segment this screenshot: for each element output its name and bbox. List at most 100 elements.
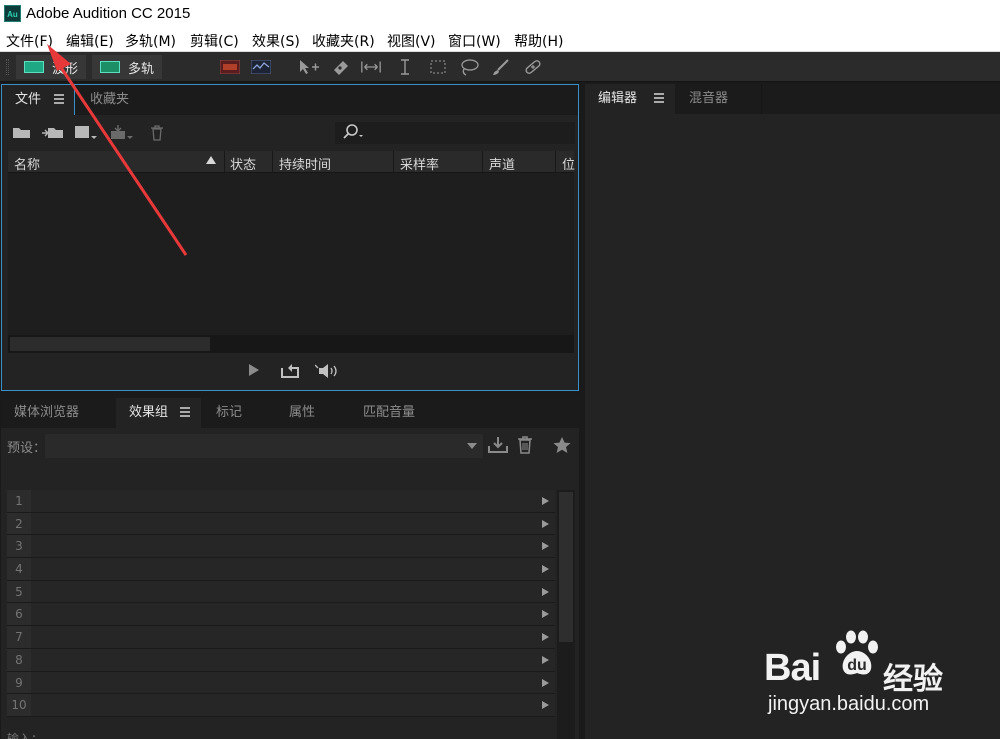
- insert-into-multitrack-icon[interactable]: [110, 125, 136, 145]
- rack-slot[interactable]: 5: [7, 580, 555, 604]
- tab-favorites[interactable]: 收藏夹: [77, 85, 162, 115]
- play-arrow-icon[interactable]: [542, 610, 549, 619]
- waveform-icon: [24, 61, 44, 73]
- import-file-icon[interactable]: [42, 125, 64, 143]
- waveform-mode-button[interactable]: 波形: [16, 55, 87, 79]
- play-arrow-icon[interactable]: [542, 633, 549, 642]
- menu-help[interactable]: 帮助(H): [514, 31, 563, 51]
- scrollbar-thumb[interactable]: [559, 492, 573, 642]
- brush-selection-tool-icon[interactable]: [490, 57, 512, 77]
- svg-text:du: du: [847, 657, 867, 674]
- files-horizontal-scrollbar[interactable]: [8, 335, 574, 353]
- tab-properties[interactable]: 属性: [276, 398, 346, 428]
- toolbar-grip[interactable]: [6, 59, 9, 75]
- multitrack-label: 多轨: [128, 61, 155, 77]
- sort-ascending-icon: [206, 156, 216, 164]
- files-search-input[interactable]: [335, 122, 575, 144]
- tab-media-browser[interactable]: 媒体浏览器: [1, 398, 113, 428]
- rack-slot[interactable]: 3: [7, 535, 555, 559]
- toolbar: 波形 多轨: [0, 52, 1000, 82]
- title-bar: Au Adobe Audition CC 2015: [0, 0, 1000, 28]
- rack-slot-number: 5: [7, 580, 31, 603]
- trash-icon[interactable]: [150, 125, 164, 145]
- effects-rack-panel: 媒体浏览器 效果组 标记 属性 匹配音量 预设： 1 2 3 4 5 6 7 8…: [1, 398, 579, 739]
- menu-edit[interactable]: 编辑(E): [66, 31, 114, 51]
- tab-files[interactable]: 文件: [2, 85, 75, 115]
- loop-icon[interactable]: [280, 363, 300, 383]
- rack-slot[interactable]: 9: [7, 671, 555, 695]
- tab-effects-rack[interactable]: 效果组: [116, 398, 201, 428]
- rack-slot[interactable]: 2: [7, 512, 555, 536]
- play-arrow-icon[interactable]: [542, 565, 549, 574]
- menu-favorites[interactable]: 收藏夹(R): [312, 31, 375, 51]
- rack-slot[interactable]: 4: [7, 558, 555, 581]
- panel-menu-icon[interactable]: [180, 407, 190, 417]
- rack-slot-number: 8: [7, 648, 31, 671]
- autoplay-speaker-icon[interactable]: [314, 363, 339, 383]
- open-file-icon[interactable]: [12, 125, 32, 143]
- column-bit-depth[interactable]: 位: [562, 154, 575, 173]
- delete-preset-icon[interactable]: [517, 436, 533, 459]
- files-panel-tabbar: 文件 收藏夹: [2, 85, 578, 115]
- preset-dropdown[interactable]: [45, 434, 483, 458]
- tab-markers[interactable]: 标记: [203, 398, 273, 428]
- rack-slot[interactable]: 8: [7, 648, 555, 672]
- multitrack-mode-button[interactable]: 多轨: [92, 55, 163, 79]
- tab-properties-label: 属性: [289, 405, 316, 420]
- column-sample-rate[interactable]: 采样率: [400, 154, 439, 173]
- waveform-label: 波形: [52, 61, 79, 77]
- rack-slot-number: 6: [7, 603, 31, 626]
- scrollbar-thumb[interactable]: [10, 337, 210, 351]
- app-logo: Au: [4, 5, 21, 22]
- menu-clip[interactable]: 剪辑(C): [190, 31, 239, 51]
- panel-menu-icon[interactable]: [54, 94, 64, 104]
- play-arrow-icon[interactable]: [542, 678, 549, 687]
- column-status[interactable]: 状态: [230, 154, 256, 173]
- rack-slot-number: 2: [7, 512, 31, 535]
- play-arrow-icon[interactable]: [542, 587, 549, 596]
- tab-mixer[interactable]: 混音器: [676, 84, 762, 114]
- play-arrow-icon[interactable]: [542, 519, 549, 528]
- slip-tool-icon[interactable]: [360, 57, 382, 77]
- lasso-selection-tool-icon[interactable]: [458, 57, 480, 77]
- time-selection-tool-icon[interactable]: [394, 57, 416, 77]
- menu-bar: 文件(F) 编辑(E) 多轨(M) 剪辑(C) 效果(S) 收藏夹(R) 视图(…: [0, 28, 1000, 52]
- tab-editor[interactable]: 编辑器: [585, 84, 675, 114]
- panel-menu-icon[interactable]: [654, 93, 664, 103]
- marquee-selection-tool-icon[interactable]: [427, 57, 449, 77]
- input-label: 输入：: [7, 732, 44, 739]
- menu-file[interactable]: 文件(F): [6, 31, 53, 51]
- new-file-icon[interactable]: [74, 125, 100, 145]
- play-arrow-icon[interactable]: [542, 701, 549, 710]
- column-channels[interactable]: 声道: [489, 154, 515, 173]
- rack-slot[interactable]: 7: [7, 626, 555, 649]
- file-list[interactable]: [8, 173, 574, 335]
- rack-slot[interactable]: 6: [7, 603, 555, 627]
- menu-window[interactable]: 窗口(W): [448, 31, 501, 51]
- play-arrow-icon[interactable]: [542, 497, 549, 505]
- spectral-frequency-icon[interactable]: [219, 57, 241, 77]
- rack-slot-number: 3: [7, 535, 31, 558]
- spot-healing-brush-icon[interactable]: [522, 57, 544, 77]
- column-name[interactable]: 名称: [14, 154, 40, 173]
- preset-row: 预设：: [1, 434, 577, 458]
- save-preset-icon[interactable]: [487, 436, 509, 459]
- effects-panel-tabbar: 媒体浏览器 效果组 标记 属性 匹配音量: [1, 398, 579, 428]
- play-arrow-icon[interactable]: [542, 655, 549, 664]
- column-duration[interactable]: 持续时间: [279, 154, 331, 173]
- play-icon[interactable]: [247, 363, 261, 381]
- menu-effects[interactable]: 效果(S): [252, 31, 300, 51]
- watermark-brand-right: 经验: [883, 662, 943, 697]
- rack-slot[interactable]: 10: [7, 694, 555, 717]
- rack-vertical-scrollbar[interactable]: [557, 490, 575, 739]
- spectral-pitch-icon[interactable]: [250, 57, 272, 77]
- razor-tool-icon[interactable]: [330, 57, 352, 77]
- play-arrow-icon[interactable]: [542, 542, 549, 551]
- move-tool-icon[interactable]: [298, 57, 320, 77]
- menu-view[interactable]: 视图(V): [387, 31, 436, 51]
- tab-editor-label: 编辑器: [598, 91, 638, 106]
- rack-slot[interactable]: 1: [7, 490, 555, 513]
- menu-multitrack[interactable]: 多轨(M): [125, 31, 176, 51]
- favorite-star-icon[interactable]: [552, 436, 572, 459]
- tab-match-volume[interactable]: 匹配音量: [350, 398, 442, 428]
